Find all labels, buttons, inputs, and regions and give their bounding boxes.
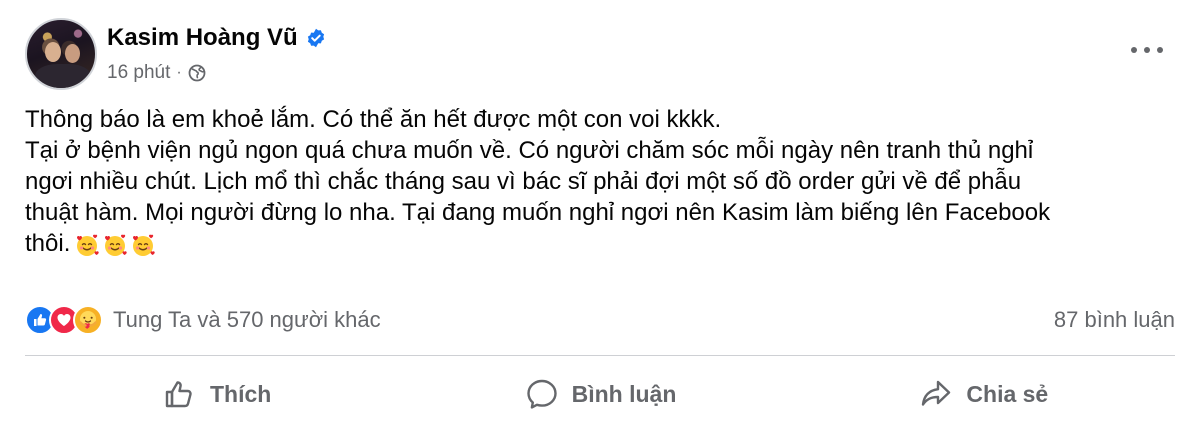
thumbs-up-icon bbox=[165, 381, 192, 408]
post-content: Thông báo là em khoẻ lắm. Có thể ăn hết … bbox=[25, 104, 1175, 259]
post-stats: Tung Ta và 570 người khác 87 bình luận bbox=[25, 300, 1175, 340]
author-row: Kasim Hoàng Vũ bbox=[107, 24, 326, 52]
post-text: Thông báo là em khoẻ lắm. Có thể ăn hết … bbox=[25, 106, 1051, 257]
share-button[interactable]: Chia sẻ bbox=[792, 362, 1175, 426]
smiling-face-with-hearts-icon bbox=[133, 234, 156, 256]
post-time[interactable]: 16 phút bbox=[107, 62, 170, 84]
share-arrow-icon bbox=[922, 380, 951, 406]
like-label: Thích bbox=[209, 380, 272, 407]
comment-button[interactable]: Bình luận bbox=[408, 362, 791, 426]
action-bar: Thích Bình luận Chia sẻ bbox=[25, 362, 1175, 426]
globe-icon[interactable] bbox=[188, 64, 206, 82]
comment-label: Bình luận bbox=[571, 380, 677, 407]
meta-separator: · bbox=[176, 64, 182, 81]
avatar[interactable] bbox=[25, 18, 97, 90]
smiling-face-with-hearts-icon bbox=[105, 234, 128, 256]
emoji-group bbox=[74, 232, 156, 258]
divider bbox=[25, 355, 1175, 356]
post-meta: 16 phút · bbox=[107, 62, 206, 84]
care-reaction-icon bbox=[73, 305, 103, 335]
post-header: Kasim Hoàng Vũ 16 phút · bbox=[25, 18, 1175, 94]
smiling-face-with-hearts-icon bbox=[77, 234, 100, 256]
reactions-summary[interactable]: Tung Ta và 570 người khác bbox=[25, 305, 381, 335]
more-options-icon[interactable] bbox=[1131, 40, 1163, 60]
comment-bubble-icon bbox=[526, 379, 557, 409]
author-name[interactable]: Kasim Hoàng Vũ bbox=[107, 24, 298, 52]
facebook-post: Kasim Hoàng Vũ 16 phút · Thông báo là em… bbox=[0, 0, 1200, 431]
verified-badge-icon bbox=[307, 28, 324, 48]
comments-count[interactable]: 87 bình luận bbox=[1054, 307, 1175, 333]
reactions-count-text[interactable]: Tung Ta và 570 người khác bbox=[113, 307, 381, 333]
share-label: Chia sẻ bbox=[966, 380, 1049, 407]
reaction-icons bbox=[25, 305, 103, 335]
like-button[interactable]: Thích bbox=[25, 362, 408, 426]
